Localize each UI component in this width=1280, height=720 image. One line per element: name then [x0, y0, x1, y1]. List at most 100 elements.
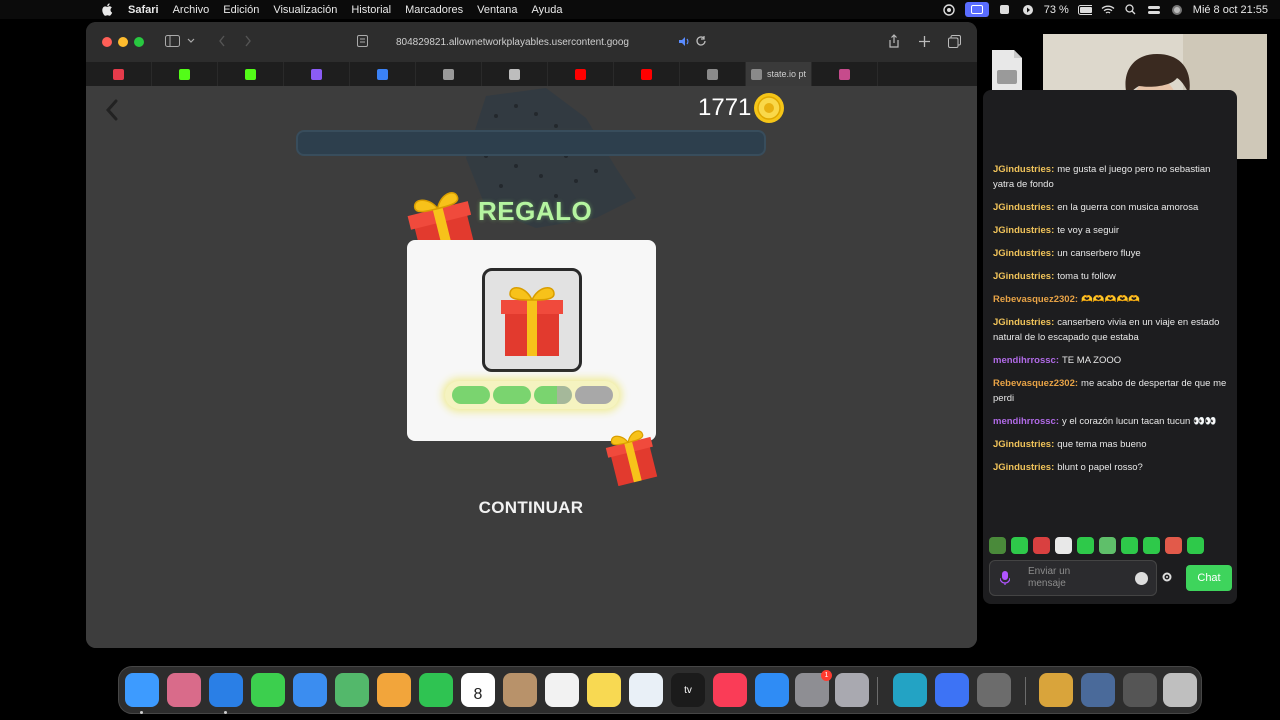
- system-settings-icon[interactable]: 1: [795, 670, 832, 707]
- emote-icon[interactable]: [1033, 536, 1050, 554]
- chat-username[interactable]: JGindustries:: [993, 439, 1054, 450]
- chevron-down-icon[interactable]: [186, 34, 196, 48]
- roblox-icon[interactable]: [935, 673, 969, 707]
- browser-tab[interactable]: [548, 62, 614, 86]
- emote-icon[interactable]: [1165, 536, 1182, 554]
- recording-icon[interactable]: [998, 4, 1012, 16]
- browser-tab[interactable]: [350, 62, 416, 86]
- browser-tab[interactable]: [284, 62, 350, 86]
- safari-icon[interactable]: [209, 673, 243, 707]
- play-status-icon[interactable]: [1021, 4, 1035, 16]
- sidebar-toggle-icon[interactable]: [164, 34, 180, 48]
- chat-username[interactable]: JGindustries:: [993, 462, 1054, 473]
- forward-nav-icon[interactable]: [240, 34, 256, 48]
- contacts-icon[interactable]: [503, 673, 537, 707]
- desktop-file-icon[interactable]: [988, 48, 1026, 94]
- chat-username[interactable]: Rebevasquez2302:: [993, 294, 1078, 305]
- browser-tab[interactable]: [152, 62, 218, 86]
- continue-button[interactable]: CONTINUAR: [456, 498, 606, 522]
- chat-username[interactable]: Rebevasquez2302:: [993, 378, 1078, 389]
- emote-icon[interactable]: [1055, 536, 1072, 554]
- minimize-window-button[interactable]: [118, 37, 128, 47]
- chat-username[interactable]: JGindustries:: [993, 317, 1054, 328]
- menu-ventana[interactable]: Ventana: [477, 4, 517, 16]
- chat-send-button[interactable]: Chat: [1186, 565, 1232, 591]
- spider-app-icon[interactable]: [893, 673, 927, 707]
- close-window-button[interactable]: [102, 37, 112, 47]
- freeform-icon[interactable]: [629, 673, 663, 707]
- back-nav-icon[interactable]: [214, 34, 230, 48]
- menu-ayuda[interactable]: Ayuda: [532, 4, 563, 16]
- wifi-icon[interactable]: [1101, 4, 1115, 16]
- mail-icon[interactable]: [293, 673, 327, 707]
- chat-username[interactable]: JGindustries:: [993, 225, 1054, 236]
- menu-visualizacion[interactable]: Visualización: [273, 4, 337, 16]
- browser-tab-active[interactable]: state.io pt: [746, 62, 812, 86]
- microphone-icon[interactable]: [1000, 571, 1010, 585]
- emote-icon[interactable]: [1143, 536, 1160, 554]
- calendar-icon[interactable]: 8: [461, 673, 495, 707]
- audio-playing-icon[interactable]: [676, 34, 692, 48]
- menu-historial[interactable]: Historial: [351, 4, 391, 16]
- battery-icon[interactable]: [1077, 4, 1092, 16]
- browser-tab[interactable]: [614, 62, 680, 86]
- emote-icon[interactable]: [1121, 536, 1138, 554]
- photos-icon[interactable]: [377, 673, 411, 707]
- address-bar[interactable]: 804829821.allownetworkplayables.usercont…: [348, 31, 708, 53]
- game-canvas[interactable]: 1771 REGALO CONTINUAR: [86, 86, 977, 648]
- facetime-icon[interactable]: [419, 673, 453, 707]
- chat-username[interactable]: mendihrrossc:: [993, 355, 1059, 366]
- emote-icon[interactable]: [1011, 536, 1028, 554]
- launchpad-icon[interactable]: [167, 673, 201, 707]
- messages-icon[interactable]: [251, 673, 285, 707]
- reload-icon[interactable]: [693, 34, 709, 48]
- trash-icon[interactable]: [1163, 673, 1197, 707]
- emote-icon[interactable]: [989, 536, 1006, 554]
- chat-username[interactable]: JGindustries:: [993, 164, 1054, 175]
- menu-marcadores[interactable]: Marcadores: [405, 4, 463, 16]
- iphone-mirroring-icon[interactable]: [835, 673, 869, 707]
- tv-icon[interactable]: tv: [671, 673, 705, 707]
- chat-input[interactable]: Enviar un mensaje: [989, 560, 1157, 596]
- screen-mirroring-icon[interactable]: [964, 2, 989, 17]
- notes-icon[interactable]: [587, 673, 621, 707]
- tab-overview-icon[interactable]: [946, 34, 962, 48]
- menu-app-name[interactable]: Safari: [128, 4, 159, 16]
- siri-icon[interactable]: [1170, 4, 1184, 16]
- app-store-icon[interactable]: [755, 673, 789, 707]
- share-icon[interactable]: [886, 34, 902, 48]
- chat-username[interactable]: mendihrrossc:: [993, 416, 1059, 427]
- screenshot-stack-icon[interactable]: [1081, 673, 1115, 707]
- menu-clock[interactable]: Mié 8 oct 21:55: [1193, 4, 1268, 16]
- apple-menu-icon[interactable]: [100, 3, 114, 17]
- emote-icon[interactable]: [1077, 536, 1094, 554]
- emote-icon[interactable]: [1187, 536, 1204, 554]
- downloads-folder-icon[interactable]: [1039, 673, 1073, 707]
- browser-tab[interactable]: [482, 62, 548, 86]
- browser-tab[interactable]: [680, 62, 746, 86]
- menu-archivo[interactable]: Archivo: [173, 4, 210, 16]
- menu-edicion[interactable]: Edición: [223, 4, 259, 16]
- zoom-window-button[interactable]: [134, 37, 144, 47]
- back-arrow-icon[interactable]: [102, 98, 122, 122]
- chat-username[interactable]: JGindustries:: [993, 248, 1054, 259]
- activity-monitor-icon[interactable]: [977, 673, 1011, 707]
- screenshot-stack-2-icon[interactable]: [1123, 673, 1157, 707]
- browser-tab[interactable]: [812, 62, 878, 86]
- status-app-icon[interactable]: [942, 3, 956, 16]
- emoji-picker-icon[interactable]: [1135, 572, 1148, 585]
- chat-settings-icon[interactable]: [1160, 570, 1174, 584]
- browser-tab[interactable]: [416, 62, 482, 86]
- finder-icon[interactable]: [125, 673, 159, 707]
- control-center-icon[interactable]: [1147, 4, 1161, 16]
- chat-username[interactable]: JGindustries:: [993, 271, 1054, 282]
- browser-tab[interactable]: [86, 62, 152, 86]
- emote-icon[interactable]: [1099, 536, 1116, 554]
- music-icon[interactable]: [713, 673, 747, 707]
- reminders-icon[interactable]: [545, 673, 579, 707]
- new-tab-icon[interactable]: [916, 34, 932, 48]
- chat-username[interactable]: JGindustries:: [993, 202, 1054, 213]
- maps-icon[interactable]: [335, 673, 369, 707]
- browser-tab[interactable]: [218, 62, 284, 86]
- search-icon[interactable]: [1124, 4, 1138, 16]
